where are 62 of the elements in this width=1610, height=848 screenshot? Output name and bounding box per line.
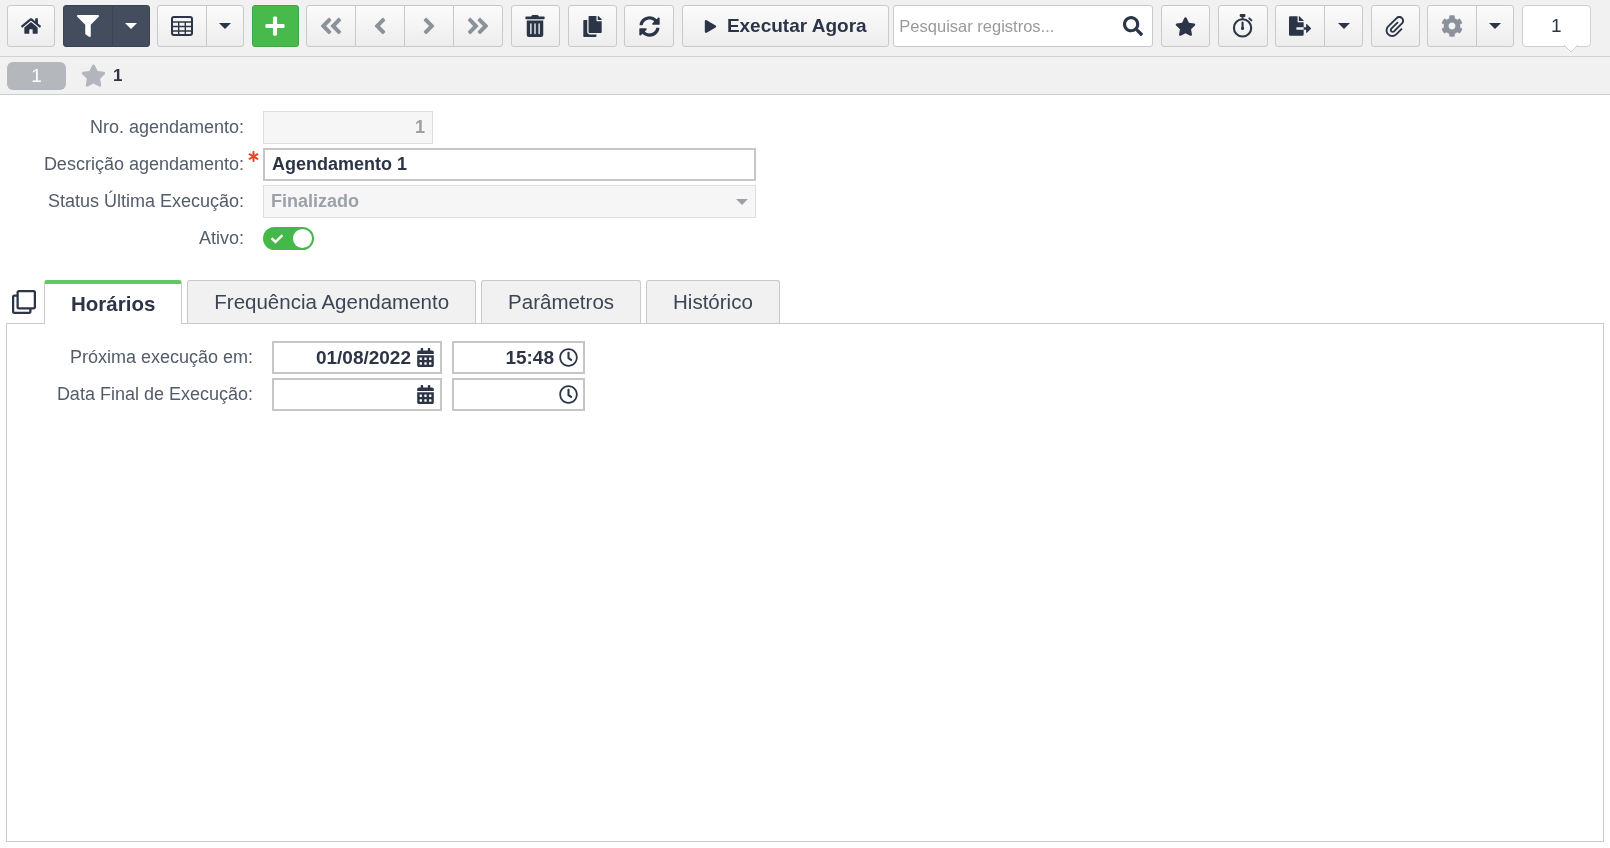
star-icon [81,63,106,88]
settings-dropdown-button[interactable] [1476,5,1515,47]
time-field[interactable]: 15:48 [452,341,585,374]
delete-button[interactable] [510,5,560,47]
run-now-button[interactable]: Executar Agora [681,5,889,47]
caret-icon [1337,23,1350,29]
search-input[interactable]: Pesquisar registros... [899,16,1124,36]
caret-icon [736,198,748,205]
date-field[interactable] [272,378,442,411]
field-label: Próxima execução em: [68,347,253,368]
select-value: Finalizado [271,191,360,212]
calendar-icon [416,348,435,367]
filter-button[interactable] [62,5,113,47]
file-export-icon [1289,15,1312,37]
tab[interactable]: Parâmetros [481,280,642,323]
refresh-icon [638,15,660,37]
calendar-icon [416,385,435,404]
copy-icon[interactable] [12,290,36,314]
tab[interactable]: Histórico [646,280,780,323]
favorites-link[interactable]: 1 [81,63,123,88]
field-label: Data Final de Execução: [55,384,253,405]
clock-icon [559,385,578,404]
settings-icon [1441,15,1464,37]
date-field[interactable]: 01/08/2022 [272,341,442,374]
tab[interactable]: Horários [44,280,183,324]
field-label: Nro. agendamento: [89,117,244,138]
text-field[interactable]: Agendamento 1 [263,148,756,181]
plus-icon [264,15,287,37]
duplicate-button[interactable] [567,5,617,47]
attachment-button[interactable] [1370,5,1420,47]
add-button[interactable] [251,5,299,47]
copy-icon [581,15,603,37]
tab[interactable]: Frequência Agendamento [187,280,477,323]
table-icon [171,16,194,36]
export-button[interactable] [1275,5,1326,47]
check-icon [271,232,283,245]
timer-button[interactable] [1217,5,1268,47]
time-field[interactable] [452,378,585,411]
filter-dropdown-button[interactable] [111,5,150,47]
home-button[interactable] [7,5,55,47]
field-label: Ativo: [198,228,244,249]
caret-icon [1489,23,1502,29]
field-label: Status Última Execução: [47,191,244,212]
grid-view-button[interactable] [157,5,208,47]
stopwatch-icon [1231,14,1254,38]
toggle-switch[interactable] [263,227,314,250]
favorite-button[interactable] [1160,5,1210,47]
play-icon [703,19,717,33]
caret-icon [219,23,232,29]
caret-icon [124,23,137,29]
search-icon[interactable] [1123,16,1144,36]
search-field[interactable]: Pesquisar registros... [893,5,1154,47]
page-number: 1 [1551,15,1562,37]
field-label: Descrição agendamento: [43,154,244,175]
home-icon [21,16,41,36]
clock-icon [559,348,578,367]
settings-button[interactable] [1427,5,1478,47]
trash-icon [524,15,547,37]
filter-icon [76,15,99,37]
paperclip-icon [1384,15,1406,37]
star-icon [1174,15,1196,37]
refresh-button[interactable] [624,5,675,47]
